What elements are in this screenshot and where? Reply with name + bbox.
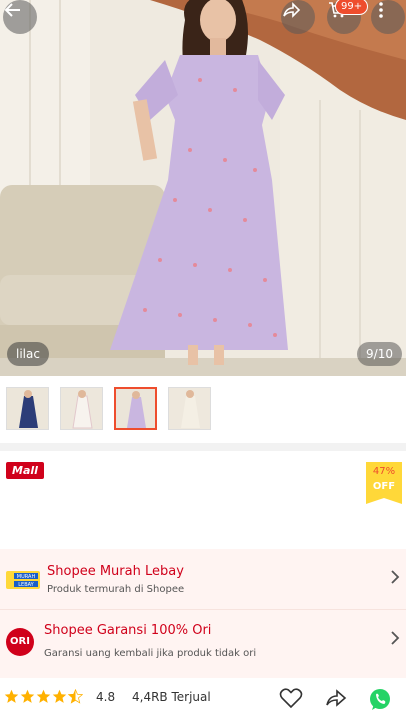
thumbnail-strip <box>0 380 406 440</box>
murah-lebay-icon: MURAH LEBAY <box>6 571 40 589</box>
product-photo <box>0 0 406 376</box>
variant-label: lilac <box>7 342 49 366</box>
discount-off-label: OFF <box>372 481 396 492</box>
star-icon <box>4 689 19 703</box>
promo-subtitle: Produk termurah di Shopee <box>47 584 185 595</box>
discount-tag: 47% OFF <box>366 462 402 504</box>
ori-icon: ORI <box>6 628 34 656</box>
thumbnail-lilac[interactable] <box>114 387 157 430</box>
thumbnail-navy[interactable] <box>6 387 49 430</box>
promo-murah-lebay[interactable]: MURAH LEBAY Shopee Murah Lebay Produk te… <box>0 553 406 609</box>
promo-divider <box>0 609 406 610</box>
cart-count-badge: 99+ <box>335 0 369 15</box>
half-star-icon <box>68 689 83 704</box>
chevron-right-icon <box>390 630 400 650</box>
heart-icon[interactable] <box>279 687 303 713</box>
chevron-right-icon <box>390 569 400 589</box>
discount-percent: 47% <box>372 466 396 477</box>
rating-value: 4.8 <box>96 690 116 704</box>
sold-count: 4,4RB Terjual <box>132 690 211 704</box>
promo-title: Shopee Garansi 100% Ori <box>44 623 212 638</box>
thumbnail-cream[interactable] <box>168 387 211 430</box>
promo-garansi-ori[interactable]: ORI Shopee Garansi 100% Ori Garansi uang… <box>0 614 406 670</box>
whatsapp-icon[interactable] <box>367 687 393 717</box>
more-options-button[interactable] <box>371 0 405 34</box>
product-image-carousel[interactable]: 99+ lilac 9/10 <box>0 0 406 376</box>
promo-subtitle: Garansi uang kembali jika produk tidak o… <box>44 648 257 659</box>
rating-stars <box>4 689 83 704</box>
section-divider <box>0 443 406 451</box>
thumbnail-white[interactable] <box>60 387 103 430</box>
share-button[interactable] <box>281 0 315 34</box>
mall-badge: Mall <box>6 462 44 479</box>
promo-title: Shopee Murah Lebay <box>47 564 184 579</box>
star-icon <box>36 689 51 703</box>
murah-badge-text-2: LEBAY <box>18 582 34 588</box>
star-icon <box>20 689 35 703</box>
murah-badge-text-1: MURAH <box>17 574 36 580</box>
image-counter: 9/10 <box>357 342 402 366</box>
bottom-bar: 4.8 4,4RB Terjual <box>0 678 406 720</box>
share-icon[interactable] <box>324 687 348 713</box>
star-icon <box>52 689 67 703</box>
back-button[interactable] <box>3 0 37 34</box>
